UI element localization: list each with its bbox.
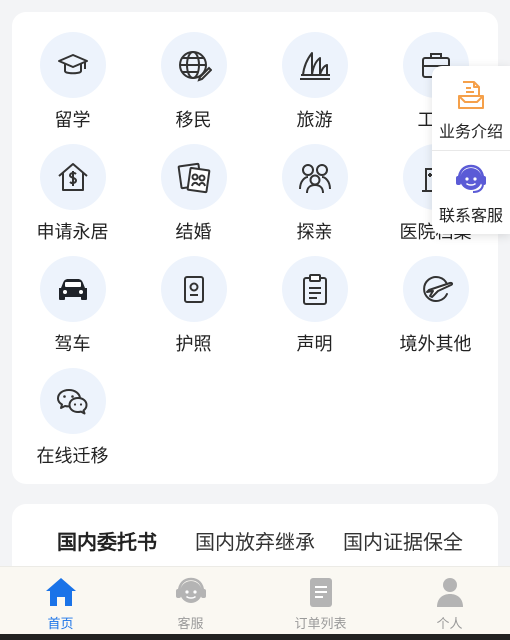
tab-domestic-power-of-attorney[interactable]: 国内委托书 (57, 526, 157, 555)
clipboard-icon (282, 256, 348, 322)
service-driving[interactable]: 驾车 (12, 236, 133, 354)
home-icon (46, 578, 76, 606)
floating-side-panel: 业务介绍 联系客服 (432, 66, 510, 234)
graduation-cap-icon (40, 32, 106, 98)
nav-profile[interactable]: 个人 (386, 567, 510, 635)
globe-pen-icon (161, 32, 227, 98)
service-online-migration[interactable]: 在线迁移 (12, 348, 133, 466)
nav-order-list[interactable]: 订单列表 (257, 567, 384, 635)
service-immigration[interactable]: 移民 (133, 12, 254, 130)
service-study[interactable]: 留学 (12, 12, 133, 130)
car-icon (40, 256, 106, 322)
service-family-visit[interactable]: 探亲 (254, 124, 375, 242)
services-card: 留学 移民 旅游 工作 申请永居 结婚 探亲 (12, 12, 498, 484)
contact-support-button[interactable]: 联系客服 (432, 150, 510, 234)
family-icon (282, 144, 348, 210)
service-statement[interactable]: 声明 (254, 236, 375, 354)
nav-home[interactable]: 首页 (0, 567, 124, 635)
house-dollar-icon (40, 144, 106, 210)
nav-customer-service[interactable]: 客服 (127, 567, 254, 635)
bottom-navigation: 首页 客服 订单列表 个人 (0, 566, 510, 634)
marriage-photo-icon (161, 144, 227, 210)
customer-service-icon (456, 164, 486, 193)
passport-icon (161, 256, 227, 322)
tab-domestic-renounce-inheritance[interactable]: 国内放弃继承 (195, 526, 315, 555)
service-passport[interactable]: 护照 (133, 236, 254, 354)
user-icon (437, 578, 463, 607)
service-travel[interactable]: 旅游 (254, 12, 375, 130)
service-permanent-residence[interactable]: 申请永居 (12, 124, 133, 242)
overseas-icon (403, 256, 469, 322)
wechat-icon (40, 368, 106, 434)
opera-house-icon (282, 32, 348, 98)
headset-icon (176, 577, 206, 603)
business-intro-button[interactable]: 业务介绍 (432, 66, 510, 150)
business-intro-icon (458, 81, 484, 109)
tab-domestic-evidence-preservation[interactable]: 国内证据保全 (343, 526, 463, 555)
service-marriage[interactable]: 结婚 (133, 124, 254, 242)
service-overseas-other[interactable]: 境外其他 (375, 236, 496, 354)
document-icon (310, 578, 332, 607)
system-bottom-bar (0, 634, 510, 640)
